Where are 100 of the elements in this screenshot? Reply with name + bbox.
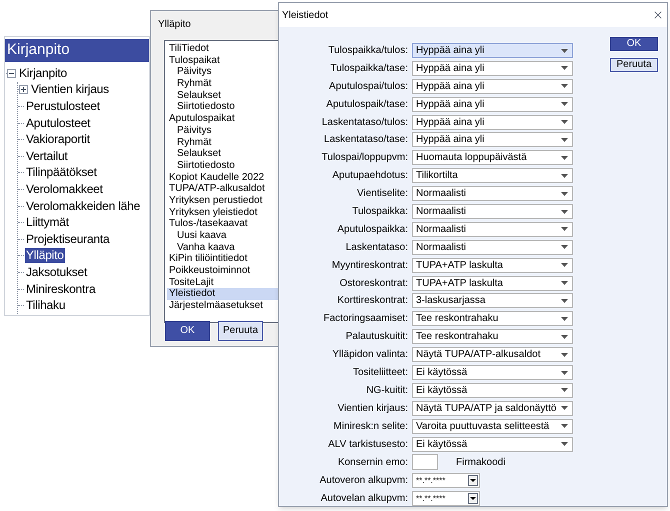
- dropdown-field[interactable]: Näytä TUPA/ATP-alkusaldot: [412, 347, 573, 362]
- field-label: ALV tarkistusesto:: [327, 438, 408, 452]
- dropdown-arrow-icon: [561, 84, 568, 88]
- dropdown-arrow-icon: [561, 263, 568, 268]
- field-label: Ostoreskontrat:: [338, 276, 408, 291]
- tree-item[interactable]: Tilihaku: [25, 298, 66, 314]
- dropdown-arrow-icon: [561, 138, 568, 142]
- input-field[interactable]: [412, 454, 438, 470]
- dropdown-field[interactable]: Hyppää aina yli: [412, 78, 573, 94]
- tree-item[interactable]: Vakioraportit: [25, 132, 91, 148]
- dropdown-arrow-icon: [561, 227, 568, 232]
- dropdown-field[interactable]: TUPA+ATP laskulta: [412, 258, 573, 273]
- dropdown-field[interactable]: Hyppää aina yli: [412, 43, 573, 58]
- field-label: Palautuskuitit:: [344, 330, 408, 344]
- tree-item[interactable]: Kirjanpito: [18, 66, 68, 81]
- close-icon[interactable]: [652, 9, 664, 21]
- field-label: Myyntireskontrat:: [330, 258, 408, 273]
- dropdown-arrow-icon: [561, 370, 568, 375]
- dropdown-arrow-icon: [561, 66, 568, 70]
- collapse-icon[interactable]: [7, 68, 16, 78]
- dropdown-arrow-icon: [561, 281, 568, 286]
- field-label: Laskentataso:: [344, 240, 408, 255]
- dropdown-field[interactable]: TUPA+ATP laskulta: [412, 276, 573, 291]
- field-label: Korttireskontrat:: [336, 294, 408, 308]
- panel-title: Kirjanpito: [7, 40, 70, 60]
- field-label: Miniresk:n selite:: [332, 420, 408, 434]
- tree-item[interactable]: Perustulosteet: [25, 98, 101, 114]
- dialog-button[interactable]: Peruuta: [218, 321, 263, 341]
- dropdown-arrow-icon: [561, 48, 568, 52]
- tree-item[interactable]: Liittymät: [25, 215, 70, 230]
- field-label: Tulospaikka:: [351, 205, 408, 220]
- dropdown-field[interactable]: Normaalisti: [412, 204, 573, 220]
- field-label: Tulospaikka/tase:: [330, 62, 408, 76]
- dropdown-arrow-icon: [561, 174, 568, 178]
- tree-item[interactable]: Jaksotukset: [25, 264, 88, 280]
- dropdown-field[interactable]: Huomauta loppupäivästä: [412, 150, 573, 166]
- dropdown-field[interactable]: Normaalisti: [412, 222, 573, 237]
- field-note: Firmakoodi: [456, 456, 506, 470]
- date-field[interactable]: **.**.****: [412, 473, 480, 488]
- tree-item[interactable]: Aputulosteet: [25, 116, 92, 131]
- dropdown-field[interactable]: Tilikortilta: [412, 168, 573, 184]
- expand-icon[interactable]: [19, 85, 28, 94]
- dropdown-arrow-icon: [561, 442, 568, 446]
- window-title: Ylläpito: [158, 18, 191, 32]
- dropdown-arrow-icon: [561, 316, 568, 321]
- field-label: Tulospai/loppupvm:: [320, 151, 408, 166]
- dropdown-arrow-icon: [561, 102, 568, 106]
- field-label: Tositeliitteet:: [352, 366, 408, 380]
- field-label: Vientiselite:: [356, 187, 408, 202]
- dropdown-arrow-icon: [561, 156, 568, 160]
- tree-item[interactable]: Tilinpäätökset: [25, 165, 98, 180]
- tree-item[interactable]: Verolomakkeiden lähe: [25, 198, 142, 214]
- dropdown-arrow-icon: [561, 424, 568, 428]
- dropdown-arrow-icon: [561, 352, 568, 357]
- field-label: Aputulospaik/tase:: [325, 98, 408, 112]
- dropdown-field[interactable]: Hyppää aina yli: [412, 132, 573, 148]
- tree-item[interactable]: Projektiseuranta: [25, 232, 111, 247]
- dropdown-field[interactable]: Tee reskontrahaku: [412, 311, 573, 326]
- field-label: Aputupaehdotus:: [331, 169, 408, 184]
- field-label: Autovelan alkupvm:: [320, 492, 408, 506]
- dropdown-field[interactable]: Hyppää aina yli: [412, 60, 573, 76]
- dropdown-field[interactable]: Normaalisti: [412, 186, 573, 202]
- dropdown-arrow-icon: [561, 192, 568, 196]
- field-label: Autoveron alkupvm:: [318, 474, 408, 488]
- dropdown-field[interactable]: Ei käytössä: [412, 365, 573, 380]
- dropdown-field[interactable]: Tee reskontrahaku: [412, 329, 573, 344]
- field-label: NG-kuitit:: [365, 384, 408, 398]
- dialog-button[interactable]: OK: [165, 321, 210, 341]
- dropdown-field[interactable]: Hyppää aina yli: [412, 114, 573, 130]
- tree-item[interactable]: Vertailut: [25, 148, 69, 164]
- tree-item[interactable]: Minireskontra: [25, 282, 96, 297]
- field-label: Factoringsaamiset:: [322, 312, 408, 326]
- dropdown-arrow-icon: [561, 245, 568, 250]
- field-label: Laskentataso/tulos:: [320, 116, 408, 130]
- dropdown-field[interactable]: Ei käytössä: [412, 436, 573, 452]
- dialog-title: Yleistiedot: [282, 8, 328, 22]
- dialog-button[interactable]: OK: [610, 37, 658, 51]
- tree-item[interactable]: Verolomakkeet: [25, 182, 104, 197]
- dialog-button[interactable]: Peruuta: [610, 58, 658, 72]
- dropdown-field[interactable]: Hyppää aina yli: [412, 96, 573, 112]
- dropdown-field[interactable]: Normaalisti: [412, 240, 573, 255]
- dropdown-arrow-icon: [561, 298, 568, 303]
- date-field[interactable]: **.**.****: [412, 491, 480, 506]
- field-label: Aputulospaikka:: [336, 222, 408, 237]
- dropdown-field[interactable]: 3-laskusarjassa: [412, 293, 573, 308]
- tree-item[interactable]: Ylläpito: [25, 248, 65, 264]
- dropdown-field[interactable]: Ei käytössä: [412, 382, 573, 398]
- field-label: Laskentataso/tase:: [323, 133, 408, 148]
- dropdown-arrow-icon: [561, 210, 568, 214]
- field-label: Aputulospai/tulos:: [328, 80, 408, 94]
- dropdown-arrow-icon: [561, 334, 568, 339]
- field-label: Ylläpidon valinta:: [331, 348, 408, 362]
- dropdown-arrow-icon: [561, 120, 568, 124]
- field-label: Vientien kirjaus:: [336, 402, 408, 416]
- dropdown-arrow-icon: [561, 406, 568, 410]
- dropdown-arrow-icon: [561, 388, 568, 392]
- dropdown-field[interactable]: Varoita puuttuvasta selitteestä: [412, 418, 573, 434]
- field-label: Konsernin emo:: [336, 456, 408, 470]
- tree-item[interactable]: Vientien kirjaus: [30, 82, 110, 98]
- dropdown-field[interactable]: Näytä TUPA/ATP ja saldonäyttö: [412, 400, 573, 416]
